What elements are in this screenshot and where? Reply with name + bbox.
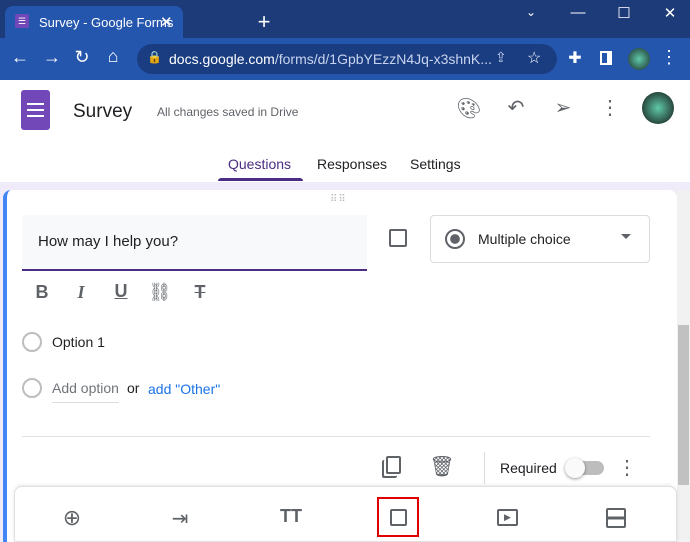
form-title[interactable]: Survey [73,101,132,123]
tab-settings[interactable]: Settings [410,156,461,172]
send-icon[interactable]: ➢ [549,95,577,120]
add-image-icon[interactable] [389,229,407,247]
close-tab-icon[interactable]: ✕ [160,13,173,31]
add-video-icon[interactable]: ▶ [497,509,518,526]
address-bar[interactable]: 🔒 docs.google.com/forms/d/1GpbYEzzN4Jq-x… [137,44,557,74]
add-image-toolbar-icon [390,509,407,526]
forward-icon[interactable]: → [40,47,64,68]
duplicate-icon[interactable] [386,456,401,474]
drag-handle-icon[interactable]: ⠿⠿ [330,194,347,205]
palette-icon[interactable]: 🎨︎ [455,96,483,121]
clear-formatting-icon[interactable]: T [188,282,212,303]
required-toggle[interactable] [565,458,604,478]
add-image-button-highlight[interactable] [377,497,419,537]
browser-menu-icon[interactable]: ⋮ [657,47,681,68]
question-type-label: Multiple choice [478,231,571,247]
reload-icon[interactable]: ↻ [70,47,94,68]
side-panel-icon[interactable] [600,51,612,65]
account-avatar[interactable] [642,92,674,124]
add-option-input[interactable]: Add option [52,380,119,403]
bookmark-star-icon[interactable]: ☆ [527,48,541,68]
home-icon[interactable]: ⌂ [101,46,125,67]
profile-avatar[interactable] [628,48,650,70]
add-section-icon[interactable] [606,508,626,528]
question-title-text: How may I help you? [38,233,179,250]
back-icon[interactable]: ← [8,47,32,68]
minimize-icon[interactable]: — [568,4,588,21]
browser-tab[interactable]: ☰ Survey - Google Forms ✕ [5,6,183,38]
italic-icon[interactable]: I [69,282,93,303]
url-domain: docs.google.com [169,51,275,67]
scrollbar[interactable] [677,190,690,542]
url-text: docs.google.com/forms/d/1GpbYEzzN4Jq-x3s… [169,51,492,67]
add-option-radio [22,378,42,398]
delete-icon[interactable]: 🗑︎ [428,454,456,479]
bold-icon[interactable]: B [30,282,54,303]
new-tab-icon[interactable]: + [252,9,276,35]
extensions-icon[interactable]: ✚ [563,48,587,68]
required-label: Required [500,460,557,476]
add-question-icon[interactable]: ⊕ [58,505,86,531]
tab-questions[interactable]: Questions [228,156,291,172]
url-path: /forms/d/1GpbYEzzN4Jq-x3shnK... [274,51,492,67]
lock-icon: 🔒 [147,50,162,64]
add-other-link[interactable]: add "Other" [148,381,220,397]
forms-logo-icon[interactable] [21,90,50,130]
vertical-separator [484,452,485,484]
active-tab-indicator [218,178,303,181]
divider [22,436,650,437]
share-icon[interactable]: ⇪ [495,49,507,66]
tab-title: Survey - Google Forms [39,15,174,30]
option-1-text[interactable]: Option 1 [52,334,105,350]
radio-type-icon [445,229,465,249]
question-title-input[interactable]: How may I help you? [22,215,367,271]
tab-responses[interactable]: Responses [317,156,387,172]
maximize-icon[interactable]: ☐ [614,4,634,22]
or-text: or [127,380,140,396]
import-questions-icon[interactable]: ⇥ [166,506,194,531]
question-type-dropdown[interactable]: Multiple choice [430,215,650,263]
bottom-toolbar [14,486,677,542]
close-window-icon[interactable]: ✕ [660,4,680,22]
more-options-icon[interactable]: ⋮ [596,95,624,120]
tab-search-icon[interactable]: ⌄ [521,5,541,19]
link-icon[interactable]: ⛓ [148,282,172,303]
save-status: All changes saved in Drive [157,105,299,119]
forms-favicon-icon: ☰ [15,14,29,28]
dropdown-arrow-icon [621,234,631,244]
underline-icon[interactable]: U [109,281,133,302]
option-radio [22,332,42,352]
question-more-icon[interactable]: ⋮ [613,455,641,480]
add-title-description-icon[interactable]: TT [277,506,305,527]
undo-icon[interactable]: ↶ [502,95,530,120]
